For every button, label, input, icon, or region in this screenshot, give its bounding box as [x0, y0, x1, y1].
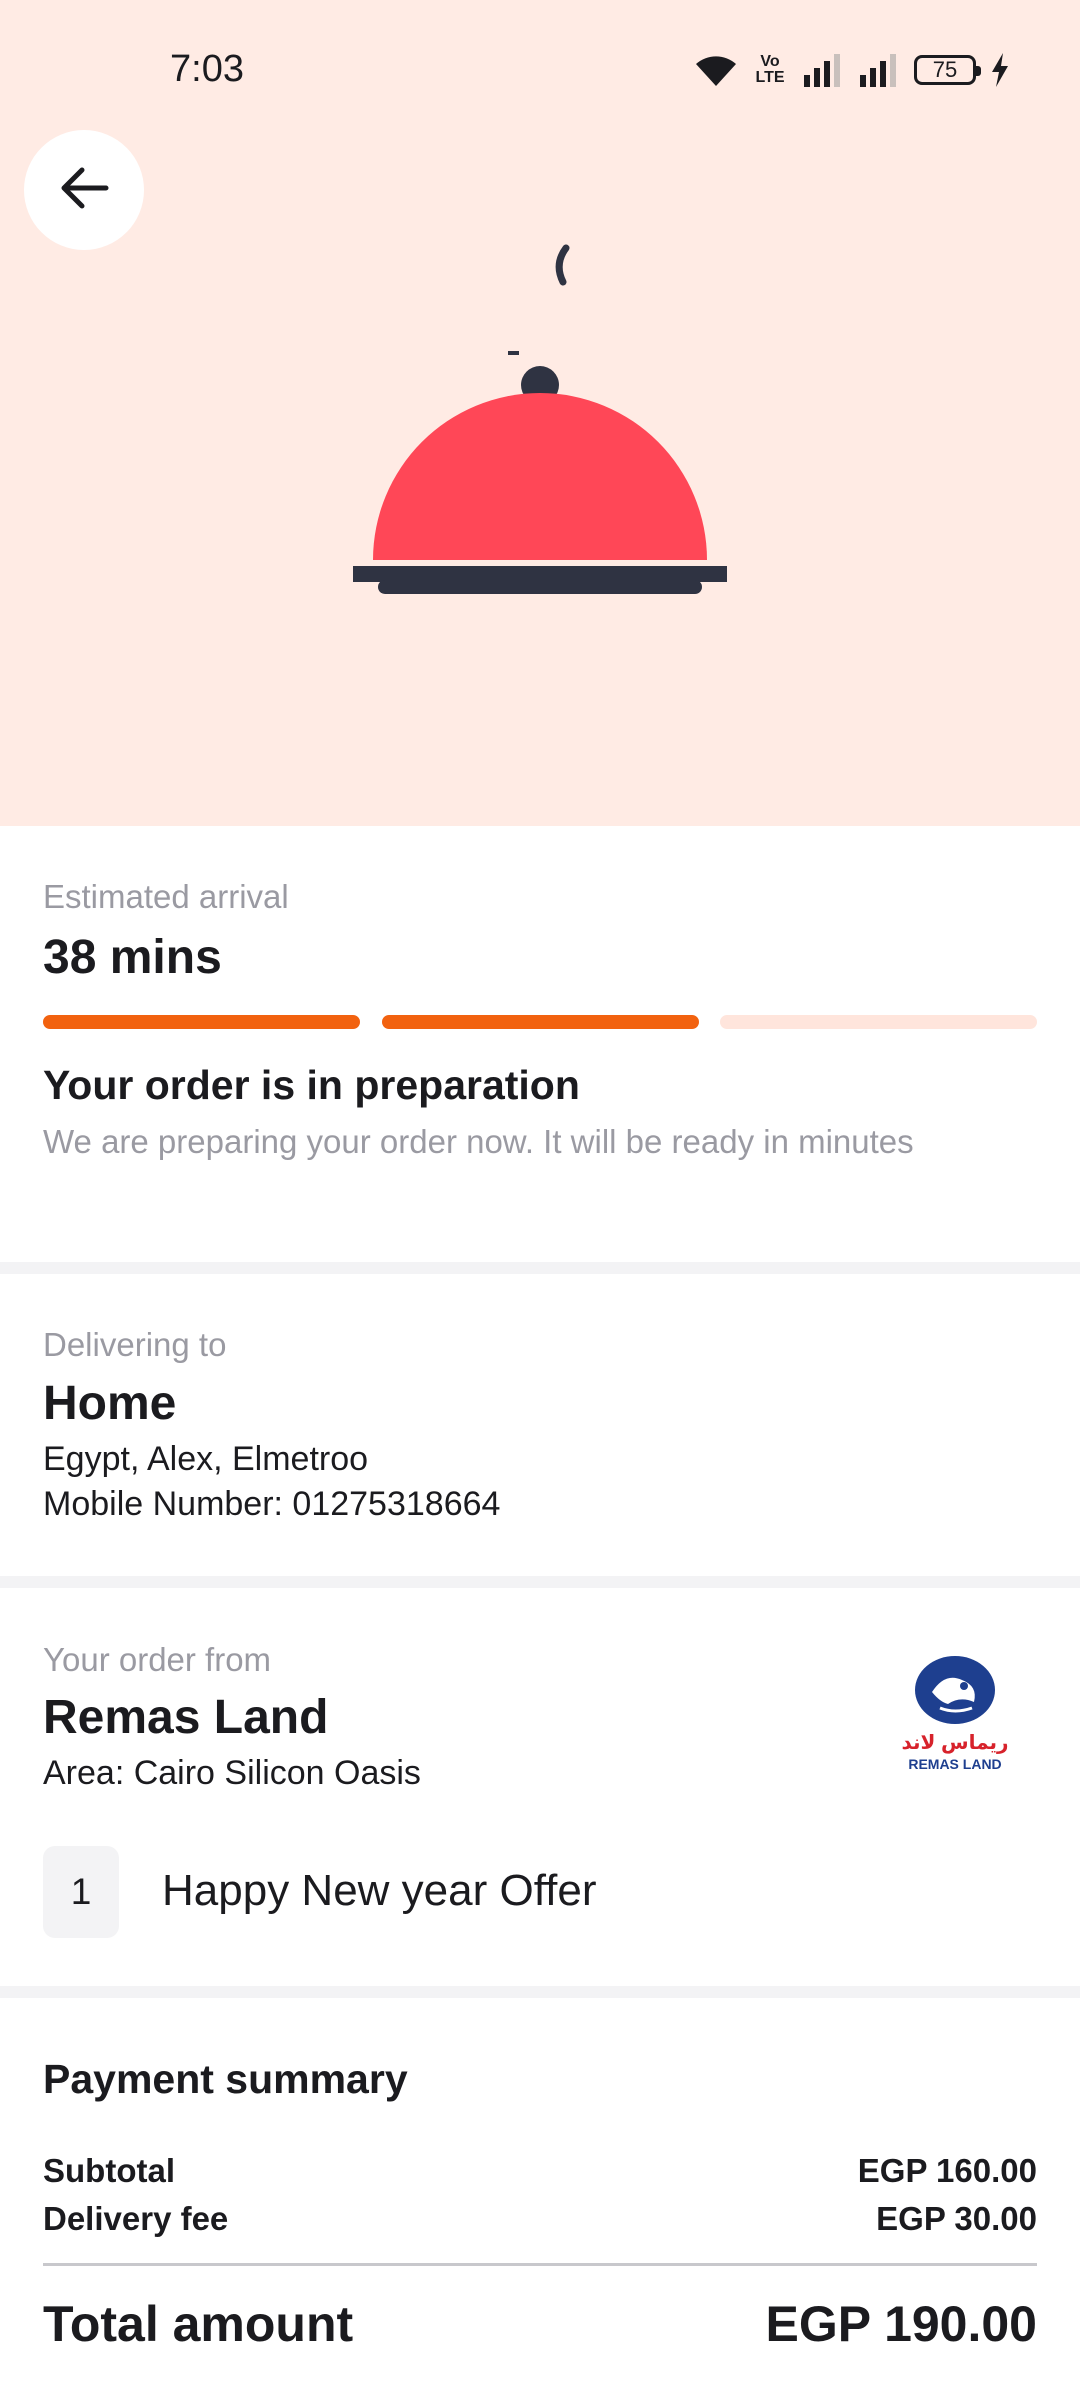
signal-icon: [802, 53, 844, 87]
restaurant-logo: ريماس لاند REMAS LAND: [900, 1652, 1010, 1782]
restaurant-name: Remas Land: [43, 1691, 329, 1744]
order-status-title: Your order is in preparation: [43, 1062, 580, 1108]
restaurant-label: Your order from: [43, 1641, 272, 1678]
delivery-name: Home: [43, 1377, 177, 1430]
section-divider: [0, 1262, 1080, 1274]
arrival-time: 38 mins: [43, 931, 222, 984]
item-quantity: 1: [43, 1846, 119, 1938]
section-divider: [0, 1576, 1080, 1588]
summary-divider: [43, 2263, 1037, 2266]
volte-label: Vo LTE: [755, 53, 785, 86]
charging-bolt-icon: [990, 53, 1010, 87]
subtotal-label: Subtotal: [43, 2152, 175, 2189]
status-icons: Vo LTE 75: [694, 48, 1010, 92]
restaurant-logo-text-en: REMAS LAND: [908, 1756, 1002, 1772]
order-hero: 7:03 Vo LTE 75: [0, 0, 1080, 826]
progress-step-2: [382, 1015, 699, 1029]
payment-summary-title: Payment summary: [43, 2056, 408, 2102]
delivery-address: Egypt, Alex, Elmetroo: [43, 1440, 369, 1478]
battery-level: 75: [932, 57, 958, 82]
status-bar: 7:03 Vo LTE 75: [0, 0, 1080, 140]
restaurant-area: Area: Cairo Silicon Oasis: [43, 1754, 421, 1792]
delivery-fee-label: Delivery fee: [43, 2200, 229, 2237]
cloche-icon: [340, 230, 740, 610]
total-amount-value: EGP 190.00: [765, 2296, 1037, 2352]
arrival-label: Estimated arrival: [43, 878, 289, 915]
section-divider: [0, 1986, 1080, 1998]
restaurant-logo-text-ar: ريماس لاند: [901, 1732, 1009, 1754]
delivery-label: Delivering to: [43, 1326, 227, 1363]
back-button[interactable]: [24, 130, 144, 250]
status-time: 7:03: [170, 48, 244, 90]
battery-icon: 75: [914, 55, 981, 85]
delivery-fee-value: EGP 30.00: [876, 2200, 1037, 2237]
signal-icon: [858, 53, 900, 87]
item-name: Happy New year Offer: [162, 1866, 597, 1915]
order-status-description: We are preparing your order now. It will…: [43, 1123, 914, 1160]
wifi-icon: [694, 52, 738, 88]
arrow-left-icon: [56, 160, 112, 221]
progress-step-1: [43, 1015, 360, 1029]
delivery-mobile: Mobile Number: 01275318664: [43, 1485, 501, 1523]
progress-step-3: [720, 1015, 1037, 1029]
subtotal-value: EGP 160.00: [857, 2152, 1037, 2189]
volte-icon: Vo LTE: [752, 54, 788, 86]
total-amount-label: Total amount: [43, 2296, 354, 2352]
